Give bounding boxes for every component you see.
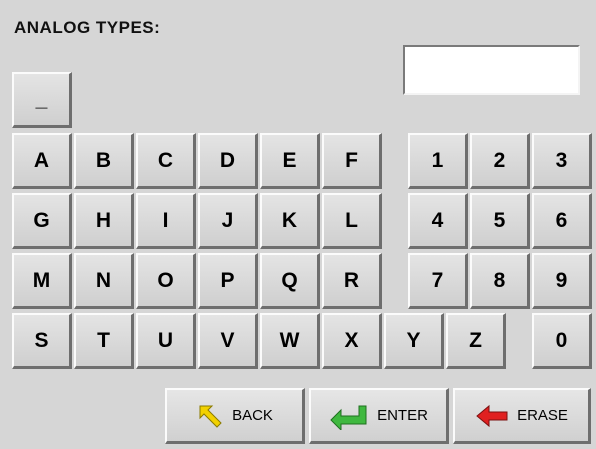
key-i[interactable]: I xyxy=(136,193,196,249)
key-v[interactable]: V xyxy=(198,313,258,369)
enter-arrow-icon xyxy=(330,405,367,430)
page-title: ANALOG TYPES: xyxy=(14,18,161,37)
key-8[interactable]: 8 xyxy=(470,253,530,309)
key-9[interactable]: 9 xyxy=(532,253,592,309)
erase-arrow-icon xyxy=(476,404,508,427)
key-z[interactable]: Z xyxy=(446,313,506,369)
erase-label: ERASE xyxy=(517,407,568,424)
key-d[interactable]: D xyxy=(198,133,258,189)
key-e[interactable]: E xyxy=(260,133,320,189)
key-q[interactable]: Q xyxy=(260,253,320,309)
key-a[interactable]: A xyxy=(12,133,72,189)
key-0[interactable]: 0 xyxy=(532,313,592,369)
back-arrow-icon xyxy=(199,405,222,428)
back-button[interactable]: BACK xyxy=(165,388,305,444)
key-o[interactable]: O xyxy=(136,253,196,309)
key-underscore[interactable]: _ xyxy=(12,72,72,128)
key-x[interactable]: X xyxy=(322,313,382,369)
enter-label: ENTER xyxy=(377,407,428,424)
key-s[interactable]: S xyxy=(12,313,72,369)
key-2[interactable]: 2 xyxy=(470,133,530,189)
key-h[interactable]: H xyxy=(74,193,134,249)
key-n[interactable]: N xyxy=(74,253,134,309)
key-y[interactable]: Y xyxy=(384,313,444,369)
input-display[interactable] xyxy=(403,45,580,95)
key-f[interactable]: F xyxy=(322,133,382,189)
key-g[interactable]: G xyxy=(12,193,72,249)
key-r[interactable]: R xyxy=(322,253,382,309)
key-3[interactable]: 3 xyxy=(532,133,592,189)
key-m[interactable]: M xyxy=(12,253,72,309)
key-1[interactable]: 1 xyxy=(408,133,468,189)
key-b[interactable]: B xyxy=(74,133,134,189)
key-7[interactable]: 7 xyxy=(408,253,468,309)
key-5[interactable]: 5 xyxy=(470,193,530,249)
key-p[interactable]: P xyxy=(198,253,258,309)
key-c[interactable]: C xyxy=(136,133,196,189)
enter-button[interactable]: ENTER xyxy=(309,388,449,444)
back-label: BACK xyxy=(232,407,273,424)
key-t[interactable]: T xyxy=(74,313,134,369)
key-4[interactable]: 4 xyxy=(408,193,468,249)
key-l[interactable]: L xyxy=(322,193,382,249)
key-k[interactable]: K xyxy=(260,193,320,249)
key-u[interactable]: U xyxy=(136,313,196,369)
key-j[interactable]: J xyxy=(198,193,258,249)
key-w[interactable]: W xyxy=(260,313,320,369)
erase-button[interactable]: ERASE xyxy=(453,388,591,444)
key-6[interactable]: 6 xyxy=(532,193,592,249)
